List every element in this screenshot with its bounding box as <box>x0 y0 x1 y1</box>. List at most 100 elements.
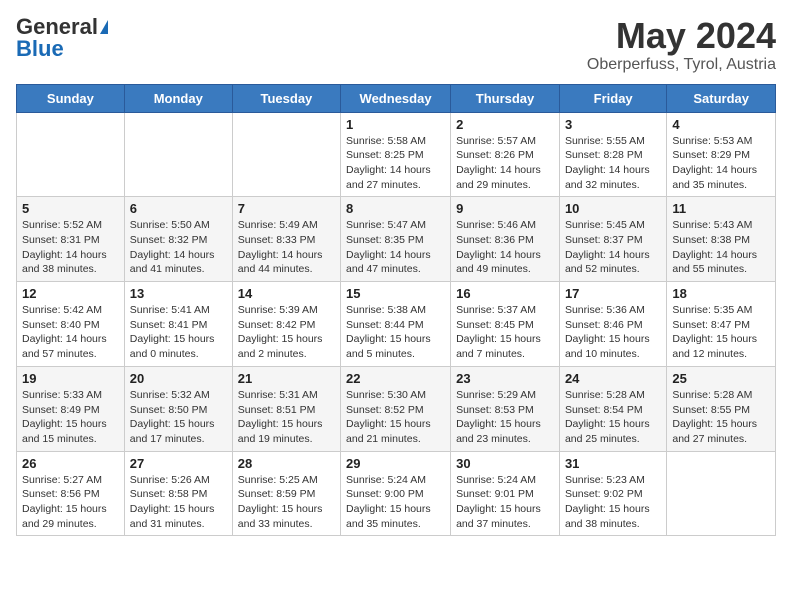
day-number: 22 <box>346 371 445 386</box>
day-number: 20 <box>130 371 227 386</box>
day-info: Sunrise: 5:39 AM Sunset: 8:42 PM Dayligh… <box>238 303 335 362</box>
calendar-cell: 3 Sunrise: 5:55 AM Sunset: 8:28 PM Daylig… <box>559 112 666 197</box>
day-info: Sunrise: 5:33 AM Sunset: 8:49 PM Dayligh… <box>22 388 119 447</box>
calendar-cell: 25 Sunrise: 5:28 AM Sunset: 8:55 PM Dayli… <box>667 366 776 451</box>
day-number: 2 <box>456 117 554 132</box>
calendar-cell: 2 Sunrise: 5:57 AM Sunset: 8:26 PM Daylig… <box>451 112 560 197</box>
day-info: Sunrise: 5:41 AM Sunset: 8:41 PM Dayligh… <box>130 303 227 362</box>
page-header: General Blue May 2024 Oberperfuss, Tyrol… <box>16 16 776 74</box>
day-number: 24 <box>565 371 661 386</box>
calendar-cell <box>232 112 340 197</box>
calendar-cell: 17Sunrise: 5:36 AM Sunset: 8:46 PM Dayli… <box>559 282 666 367</box>
day-info: Sunrise: 5:28 AM Sunset: 8:54 PM Dayligh… <box>565 388 661 447</box>
calendar-cell: 11 Sunrise: 5:43 AM Sunset: 8:38 PM Dayli… <box>667 197 776 282</box>
header-tuesday: Tuesday <box>232 84 340 112</box>
header-monday: Monday <box>124 84 232 112</box>
day-number: 19 <box>22 371 119 386</box>
day-info: Sunrise: 5:43 AM Sunset: 8:38 PM Dayligh… <box>672 218 770 277</box>
calendar-cell: 30 Sunrise: 5:24 AM Sunset: 9:01 PM Dayli… <box>451 451 560 536</box>
day-info: Sunrise: 5:24 AM Sunset: 9:00 PM Dayligh… <box>346 473 445 532</box>
day-number: 18 <box>672 286 770 301</box>
calendar-cell: 19 Sunrise: 5:33 AM Sunset: 8:49 PM Dayli… <box>17 366 125 451</box>
day-number: 8 <box>346 201 445 216</box>
calendar-cell <box>667 451 776 536</box>
header-wednesday: Wednesday <box>341 84 451 112</box>
calendar-cell: 5 Sunrise: 5:52 AM Sunset: 8:31 PM Daylig… <box>17 197 125 282</box>
day-number: 30 <box>456 456 554 471</box>
day-number: 31 <box>565 456 661 471</box>
day-number: 3 <box>565 117 661 132</box>
calendar-cell: 22Sunrise: 5:30 AM Sunset: 8:52 PM Dayli… <box>341 366 451 451</box>
calendar-cell: 26 Sunrise: 5:27 AM Sunset: 8:56 PM Dayli… <box>17 451 125 536</box>
calendar-cell: 23Sunrise: 5:29 AM Sunset: 8:53 PM Dayli… <box>451 366 560 451</box>
header-friday: Friday <box>559 84 666 112</box>
logo-triangle-icon <box>100 20 108 34</box>
calendar-cell: 13Sunrise: 5:41 AM Sunset: 8:41 PM Dayli… <box>124 282 232 367</box>
day-number: 28 <box>238 456 335 471</box>
header-saturday: Saturday <box>667 84 776 112</box>
day-info: Sunrise: 5:36 AM Sunset: 8:46 PM Dayligh… <box>565 303 661 362</box>
calendar-table: SundayMondayTuesdayWednesdayThursdayFrid… <box>16 84 776 537</box>
day-info: Sunrise: 5:52 AM Sunset: 8:31 PM Dayligh… <box>22 218 119 277</box>
day-info: Sunrise: 5:32 AM Sunset: 8:50 PM Dayligh… <box>130 388 227 447</box>
calendar-cell: 10Sunrise: 5:45 AM Sunset: 8:37 PM Dayli… <box>559 197 666 282</box>
calendar-cell: 24 Sunrise: 5:28 AM Sunset: 8:54 PM Dayli… <box>559 366 666 451</box>
day-number: 6 <box>130 201 227 216</box>
calendar-cell: 14Sunrise: 5:39 AM Sunset: 8:42 PM Dayli… <box>232 282 340 367</box>
day-number: 10 <box>565 201 661 216</box>
day-info: Sunrise: 5:28 AM Sunset: 8:55 PM Dayligh… <box>672 388 770 447</box>
day-info: Sunrise: 5:46 AM Sunset: 8:36 PM Dayligh… <box>456 218 554 277</box>
logo: General Blue <box>16 16 108 60</box>
day-number: 26 <box>22 456 119 471</box>
day-number: 21 <box>238 371 335 386</box>
day-number: 12 <box>22 286 119 301</box>
calendar-cell: 16Sunrise: 5:37 AM Sunset: 8:45 PM Dayli… <box>451 282 560 367</box>
calendar-cell: 7 Sunrise: 5:49 AM Sunset: 8:33 PM Daylig… <box>232 197 340 282</box>
logo-general-text: General <box>16 16 98 38</box>
month-year-title: May 2024 <box>587 16 776 56</box>
day-info: Sunrise: 5:53 AM Sunset: 8:29 PM Dayligh… <box>672 134 770 193</box>
day-number: 15 <box>346 286 445 301</box>
day-number: 29 <box>346 456 445 471</box>
calendar-cell <box>17 112 125 197</box>
calendar-cell: 27Sunrise: 5:26 AM Sunset: 8:58 PM Dayli… <box>124 451 232 536</box>
calendar-cell: 21 Sunrise: 5:31 AM Sunset: 8:51 PM Dayli… <box>232 366 340 451</box>
day-info: Sunrise: 5:27 AM Sunset: 8:56 PM Dayligh… <box>22 473 119 532</box>
day-number: 25 <box>672 371 770 386</box>
calendar-cell: 18 Sunrise: 5:35 AM Sunset: 8:47 PM Dayli… <box>667 282 776 367</box>
calendar-cell: 8 Sunrise: 5:47 AM Sunset: 8:35 PM Daylig… <box>341 197 451 282</box>
calendar-cell: 20 Sunrise: 5:32 AM Sunset: 8:50 PM Dayli… <box>124 366 232 451</box>
day-info: Sunrise: 5:57 AM Sunset: 8:26 PM Dayligh… <box>456 134 554 193</box>
day-info: Sunrise: 5:24 AM Sunset: 9:01 PM Dayligh… <box>456 473 554 532</box>
day-number: 5 <box>22 201 119 216</box>
week-row-1: 1 Sunrise: 5:58 AM Sunset: 8:25 PM Daylig… <box>17 112 776 197</box>
calendar-cell: 28Sunrise: 5:25 AM Sunset: 8:59 PM Dayli… <box>232 451 340 536</box>
day-number: 11 <box>672 201 770 216</box>
calendar-header: SundayMondayTuesdayWednesdayThursdayFrid… <box>17 84 776 112</box>
day-number: 1 <box>346 117 445 132</box>
week-row-4: 19 Sunrise: 5:33 AM Sunset: 8:49 PM Dayli… <box>17 366 776 451</box>
calendar-cell <box>124 112 232 197</box>
day-info: Sunrise: 5:55 AM Sunset: 8:28 PM Dayligh… <box>565 134 661 193</box>
day-info: Sunrise: 5:38 AM Sunset: 8:44 PM Dayligh… <box>346 303 445 362</box>
day-info: Sunrise: 5:42 AM Sunset: 8:40 PM Dayligh… <box>22 303 119 362</box>
week-row-3: 12 Sunrise: 5:42 AM Sunset: 8:40 PM Dayli… <box>17 282 776 367</box>
day-number: 7 <box>238 201 335 216</box>
week-row-5: 26 Sunrise: 5:27 AM Sunset: 8:56 PM Dayli… <box>17 451 776 536</box>
day-info: Sunrise: 5:47 AM Sunset: 8:35 PM Dayligh… <box>346 218 445 277</box>
day-number: 16 <box>456 286 554 301</box>
header-sunday: Sunday <box>17 84 125 112</box>
day-info: Sunrise: 5:58 AM Sunset: 8:25 PM Dayligh… <box>346 134 445 193</box>
day-number: 4 <box>672 117 770 132</box>
title-area: May 2024 Oberperfuss, Tyrol, Austria <box>587 16 776 74</box>
logo-blue-text: Blue <box>16 38 64 60</box>
day-number: 9 <box>456 201 554 216</box>
day-info: Sunrise: 5:31 AM Sunset: 8:51 PM Dayligh… <box>238 388 335 447</box>
day-info: Sunrise: 5:35 AM Sunset: 8:47 PM Dayligh… <box>672 303 770 362</box>
day-number: 27 <box>130 456 227 471</box>
calendar-body: 1 Sunrise: 5:58 AM Sunset: 8:25 PM Daylig… <box>17 112 776 536</box>
day-number: 23 <box>456 371 554 386</box>
calendar-cell: 9 Sunrise: 5:46 AM Sunset: 8:36 PM Daylig… <box>451 197 560 282</box>
day-info: Sunrise: 5:49 AM Sunset: 8:33 PM Dayligh… <box>238 218 335 277</box>
week-row-2: 5 Sunrise: 5:52 AM Sunset: 8:31 PM Daylig… <box>17 197 776 282</box>
